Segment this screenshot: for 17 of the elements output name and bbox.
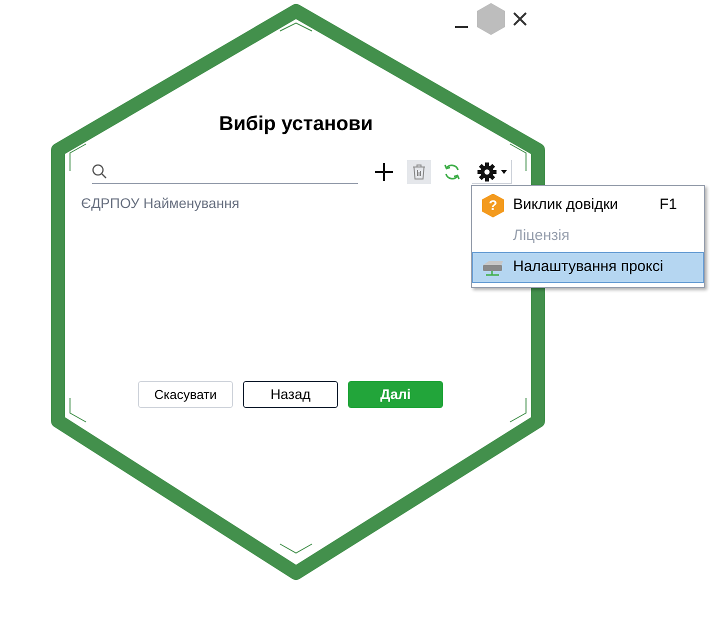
- column-header[interactable]: ЄДРПОУ: [81, 193, 140, 214]
- refresh-icon: [443, 163, 461, 181]
- caret-icon: [500, 170, 506, 174]
- back-button[interactable]: Назад: [243, 381, 338, 408]
- delete-button[interactable]: [407, 160, 431, 184]
- menu-item[interactable]: Налаштування проксі: [472, 252, 704, 283]
- help-badge: ?: [482, 194, 504, 218]
- trash-icon: [412, 164, 426, 180]
- dialog-title: Вибір установи: [218, 112, 374, 137]
- column-header[interactable]: Найменування: [143, 193, 240, 214]
- settings-button[interactable]: [472, 160, 512, 184]
- menu-item[interactable]: ? Виклик довідки F1: [472, 190, 704, 221]
- search-icon: [92, 164, 108, 180]
- plus-icon: [374, 162, 394, 182]
- close-icon[interactable]: [512, 11, 528, 27]
- cancel-button[interactable]: Скасувати: [138, 381, 233, 408]
- add-button[interactable]: [373, 161, 395, 183]
